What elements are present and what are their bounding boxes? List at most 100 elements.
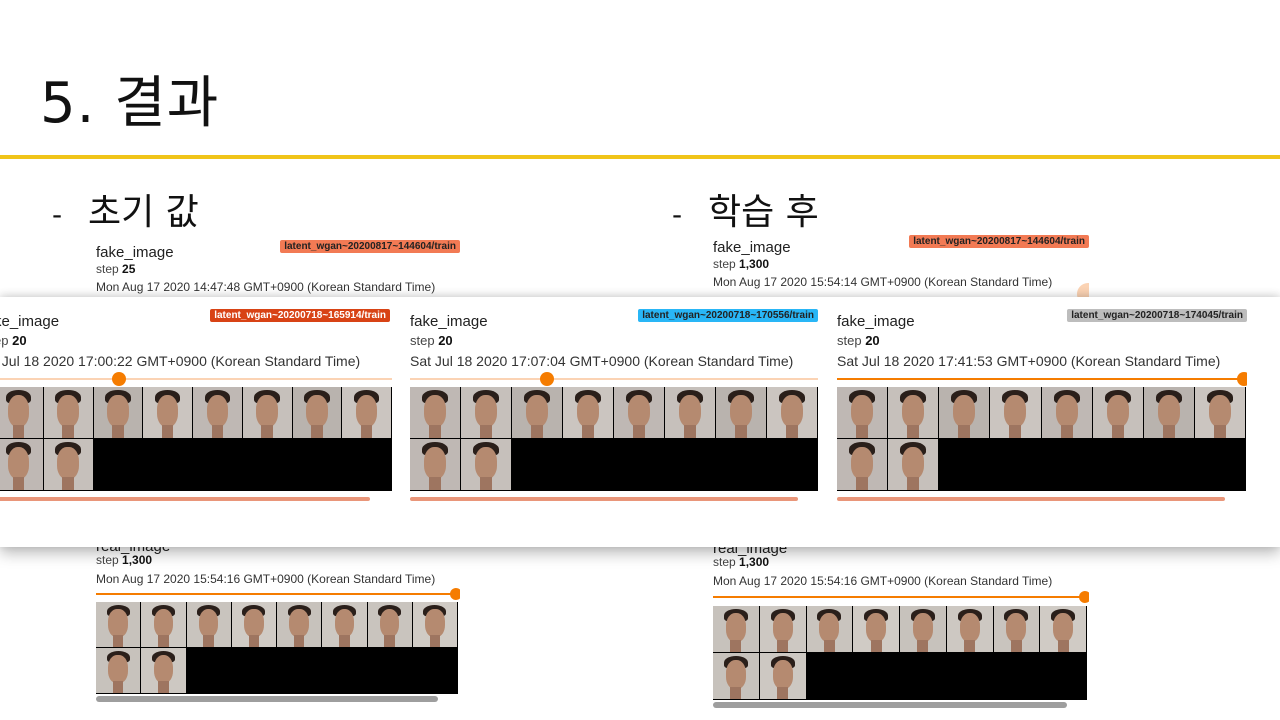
image-thumbnail — [43, 387, 93, 438]
image-card-left-fake: fake_image latent_wgan~20200817~144604/t… — [96, 240, 460, 297]
face-neck — [870, 640, 882, 652]
step-slider-thumb[interactable] — [1079, 591, 1089, 603]
face-neck — [531, 424, 543, 438]
image-thumbnail — [990, 387, 1041, 438]
image-thumbnail — [141, 648, 186, 693]
face-neck — [777, 640, 789, 652]
image-thumbnail — [1194, 387, 1245, 438]
bullet-after-training-label: 학습 후 — [708, 192, 819, 233]
run-chip[interactable]: latent_wgan~20200817~144604/train — [280, 240, 460, 253]
image-thumbnail — [713, 653, 759, 699]
card-timestamp: Mon Aug 17 2020 14:47:48 GMT+0900 (Korea… — [96, 280, 436, 294]
run-chip[interactable]: latent_wgan~20200718~165914/train — [210, 309, 390, 322]
step-slider-track[interactable] — [713, 596, 1085, 598]
face-neck — [211, 424, 224, 438]
face-head — [1157, 395, 1180, 427]
face-neck — [480, 476, 492, 490]
face-neck — [856, 476, 869, 490]
image-thumbnail — [0, 439, 43, 490]
card-step: step 25 — [96, 262, 136, 276]
face-neck — [203, 635, 214, 647]
horizontal-scrollbar[interactable] — [837, 497, 1225, 501]
step-slider-thumb[interactable] — [1077, 283, 1089, 297]
face-neck — [633, 424, 645, 438]
image-thumbnail — [143, 387, 192, 438]
face-head — [57, 395, 79, 427]
image-grid — [713, 606, 1087, 700]
face-head — [424, 395, 446, 427]
face-head — [953, 395, 976, 427]
image-thumbnail — [141, 602, 186, 647]
image-thumbnail — [231, 602, 276, 647]
face-neck — [62, 424, 74, 438]
card-step: step 1,300 — [713, 555, 770, 569]
image-thumbnail — [367, 602, 412, 647]
face-neck — [917, 640, 929, 652]
run-chip[interactable]: latent_wgan~20200718~170556/train — [638, 309, 818, 322]
face-head — [334, 609, 355, 638]
card-tag-name: ke_image — [0, 313, 60, 330]
face-neck — [1162, 424, 1175, 438]
horizontal-scrollbar[interactable] — [96, 696, 438, 702]
image-thumbnail — [342, 387, 391, 438]
face-head — [959, 613, 980, 642]
face-head — [475, 395, 497, 427]
face-head — [725, 613, 746, 642]
card-timestamp: Mon Aug 17 2020 15:54:14 GMT+0900 (Korea… — [713, 275, 1053, 289]
run-chip[interactable]: latent_wgan~20200718~174045/train — [1067, 309, 1247, 322]
run-chip[interactable]: latent_wgan~20200817~144604/train — [909, 235, 1089, 248]
face-head — [1006, 613, 1027, 642]
image-thumbnail — [993, 606, 1040, 652]
image-thumbnail — [759, 606, 806, 652]
face-neck — [429, 424, 441, 438]
image-thumbnail — [96, 602, 141, 647]
face-head — [475, 447, 497, 479]
face-head — [198, 609, 219, 638]
face-neck — [1057, 640, 1069, 652]
face-neck — [62, 476, 74, 490]
horizontal-scrollbar[interactable] — [713, 702, 1067, 708]
step-slider-track[interactable] — [96, 593, 454, 595]
bullet-dash: - — [672, 197, 683, 231]
face-neck — [12, 476, 25, 490]
bullet-initial-label: 초기 값 — [88, 192, 199, 233]
step-slider-thumb[interactable] — [540, 372, 554, 386]
face-head — [355, 395, 378, 427]
image-thumbnail — [0, 387, 43, 438]
face-neck — [158, 681, 169, 693]
card-step: step 1,300 — [96, 553, 153, 567]
step-slider-track[interactable] — [837, 378, 1241, 380]
face-head — [628, 395, 650, 427]
image-thumbnail — [767, 387, 817, 438]
image-thumbnail — [1143, 387, 1194, 438]
face-head — [1055, 395, 1078, 427]
step-slider-thumb[interactable] — [450, 588, 460, 600]
face-head — [902, 395, 925, 427]
face-neck — [384, 635, 395, 647]
horizontal-scrollbar[interactable] — [410, 497, 798, 501]
face-head — [7, 447, 30, 479]
image-thumbnail — [853, 606, 899, 652]
card-step: ep 20 — [0, 333, 27, 348]
image-thumbnail — [277, 602, 322, 647]
horizontal-scrollbar[interactable] — [0, 497, 370, 501]
step-slider-track[interactable] — [410, 378, 818, 380]
step-slider-track[interactable] — [0, 378, 392, 380]
step-slider-thumb[interactable] — [1237, 372, 1247, 386]
image-grid — [0, 387, 392, 491]
face-neck — [429, 476, 441, 490]
card-timestamp: t Jul 18 2020 17:00:22 GMT+0900 (Korean … — [0, 353, 361, 369]
image-thumbnail — [410, 439, 460, 490]
image-thumbnail — [759, 653, 806, 699]
face-neck — [161, 424, 174, 438]
face-neck — [730, 640, 742, 652]
face-neck — [1213, 424, 1226, 438]
face-head — [866, 613, 887, 642]
face-head — [1004, 395, 1027, 427]
image-thumbnail — [1040, 606, 1086, 652]
overlay-card-run-2: fake_image latent_wgan~20200718~170556/t… — [410, 309, 820, 509]
face-neck — [777, 687, 789, 699]
step-slider-thumb[interactable] — [112, 372, 126, 386]
slide-title: 5. 결과 — [40, 71, 220, 136]
card-step: step 20 — [837, 333, 880, 348]
